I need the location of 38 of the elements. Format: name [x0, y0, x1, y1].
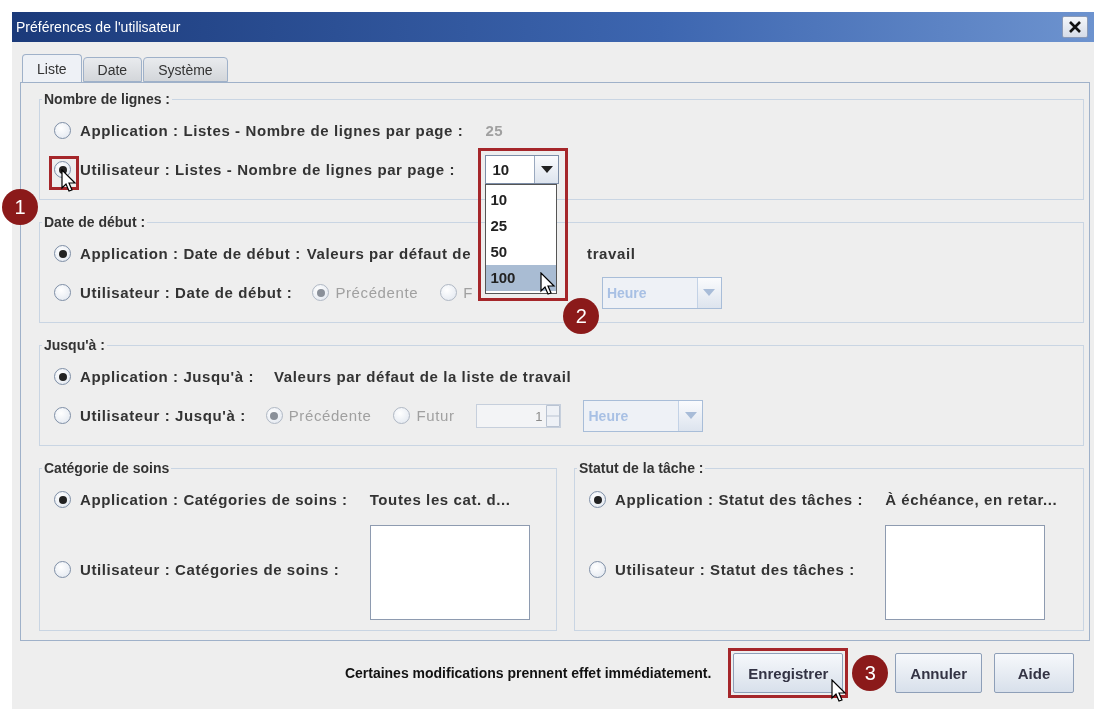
option-label: Utilisateur : Jusqu'à :	[80, 407, 246, 424]
option-label: Utilisateur : Catégories de soins :	[80, 561, 340, 578]
tab[interactable]: Liste	[22, 54, 82, 82]
default-value-text: Toutes les cat. d...	[369, 491, 511, 508]
default-value-text: À échéance, en retar...	[885, 491, 1058, 508]
option-label: Application : Jusqu'à :	[80, 368, 255, 385]
option-label: Précédente	[335, 284, 419, 301]
default-value-text: 25	[485, 122, 504, 139]
dialog-button[interactable]: Enregistrer	[733, 653, 844, 693]
option-label: Utilisateur : Date de début :	[80, 284, 293, 301]
step-badge: 1	[2, 189, 38, 225]
step-badge: 3	[852, 655, 889, 691]
option-label: Précédente	[288, 407, 372, 424]
option-label: F	[463, 284, 473, 301]
option-label: Application : Catégories de soins :	[80, 491, 348, 508]
group-title: Statut de la tâche :	[578, 460, 705, 476]
default-value-text: Valeurs par défaut de	[306, 245, 472, 262]
default-value-text: travail	[587, 245, 636, 262]
group-title: Catégorie de soins	[43, 460, 171, 476]
option-label: Application : Date de début :	[80, 245, 301, 262]
group-title: Jusqu'à :	[43, 337, 106, 353]
option-label: Application : Listes - Nombre de lignes par page :	[80, 122, 464, 139]
option-label: Futur	[416, 407, 455, 424]
info-message: Certaines modifications prennent effet immédiatement.	[344, 665, 712, 681]
group-title: Date de début :	[43, 214, 147, 230]
rows-dropdown[interactable]: 10	[485, 155, 560, 184]
tab[interactable]: Date	[82, 57, 143, 82]
default-value-text: Valeurs par défaut de la liste de travail	[274, 368, 572, 385]
group-title: Nombre de lignes :	[43, 91, 172, 107]
dropdown-option[interactable]: 100	[486, 265, 557, 291]
option-label: Utilisateur : Statut des tâches :	[615, 561, 855, 578]
dialog-button[interactable]: Annuler	[895, 653, 982, 693]
tab[interactable]: Système	[143, 57, 228, 82]
step-badge: 2	[563, 298, 600, 334]
option-label: Application : Statut des tâches :	[615, 491, 864, 508]
dialog-button[interactable]: Aide	[994, 653, 1074, 693]
window-title: Préférences de l'utilisateur	[16, 19, 181, 35]
option-label: Utilisateur : Listes - Nombre de lignes par page :	[80, 161, 456, 178]
